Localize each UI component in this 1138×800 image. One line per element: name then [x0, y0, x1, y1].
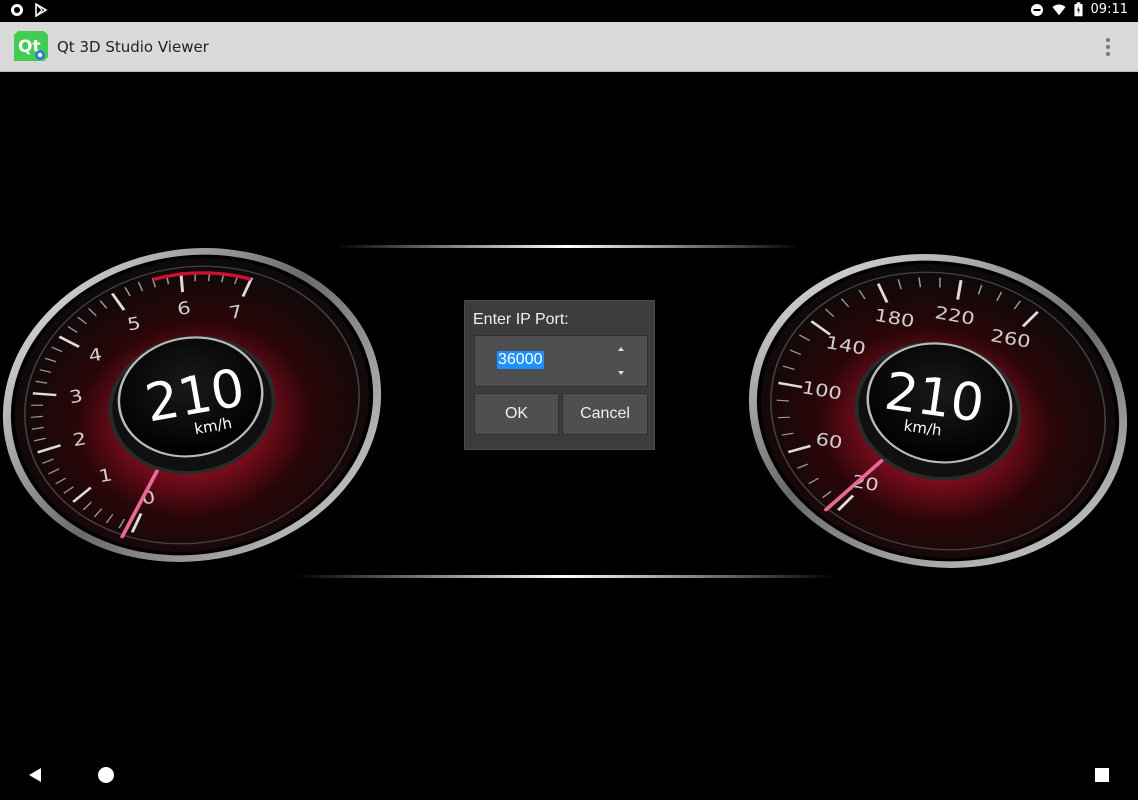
circle-notification-icon — [11, 4, 23, 16]
overflow-menu-icon[interactable] — [1098, 36, 1118, 58]
ok-button[interactable]: OK — [474, 393, 559, 435]
app-bar: Qt Qt 3D Studio Viewer — [0, 22, 1138, 72]
status-bar: 09:11 — [0, 0, 1138, 22]
top-divider-line — [335, 245, 800, 248]
status-clock: 09:11 — [1090, 2, 1128, 17]
cancel-button[interactable]: Cancel — [562, 393, 648, 435]
qt-logo-icon: Qt — [14, 31, 48, 61]
spin-down-icon[interactable] — [615, 368, 627, 378]
navigation-bar — [0, 750, 1138, 800]
ip-port-dialog: Enter IP Port: 36000 OK Cancel — [464, 300, 655, 450]
do-not-disturb-icon — [1030, 3, 1043, 16]
port-spinbox[interactable]: 36000 — [474, 335, 648, 387]
spin-up-icon[interactable] — [615, 344, 627, 354]
port-input[interactable]: 36000 — [497, 351, 544, 369]
home-icon[interactable] — [97, 766, 115, 784]
wifi-icon — [1051, 4, 1066, 15]
dialog-title: Enter IP Port: — [473, 311, 569, 328]
app-title: Qt 3D Studio Viewer — [57, 38, 209, 56]
play-store-icon — [35, 3, 48, 17]
bottom-divider-line — [295, 575, 835, 578]
battery-icon — [1073, 2, 1083, 17]
back-icon[interactable] — [26, 766, 44, 784]
recents-icon[interactable] — [1094, 767, 1110, 783]
